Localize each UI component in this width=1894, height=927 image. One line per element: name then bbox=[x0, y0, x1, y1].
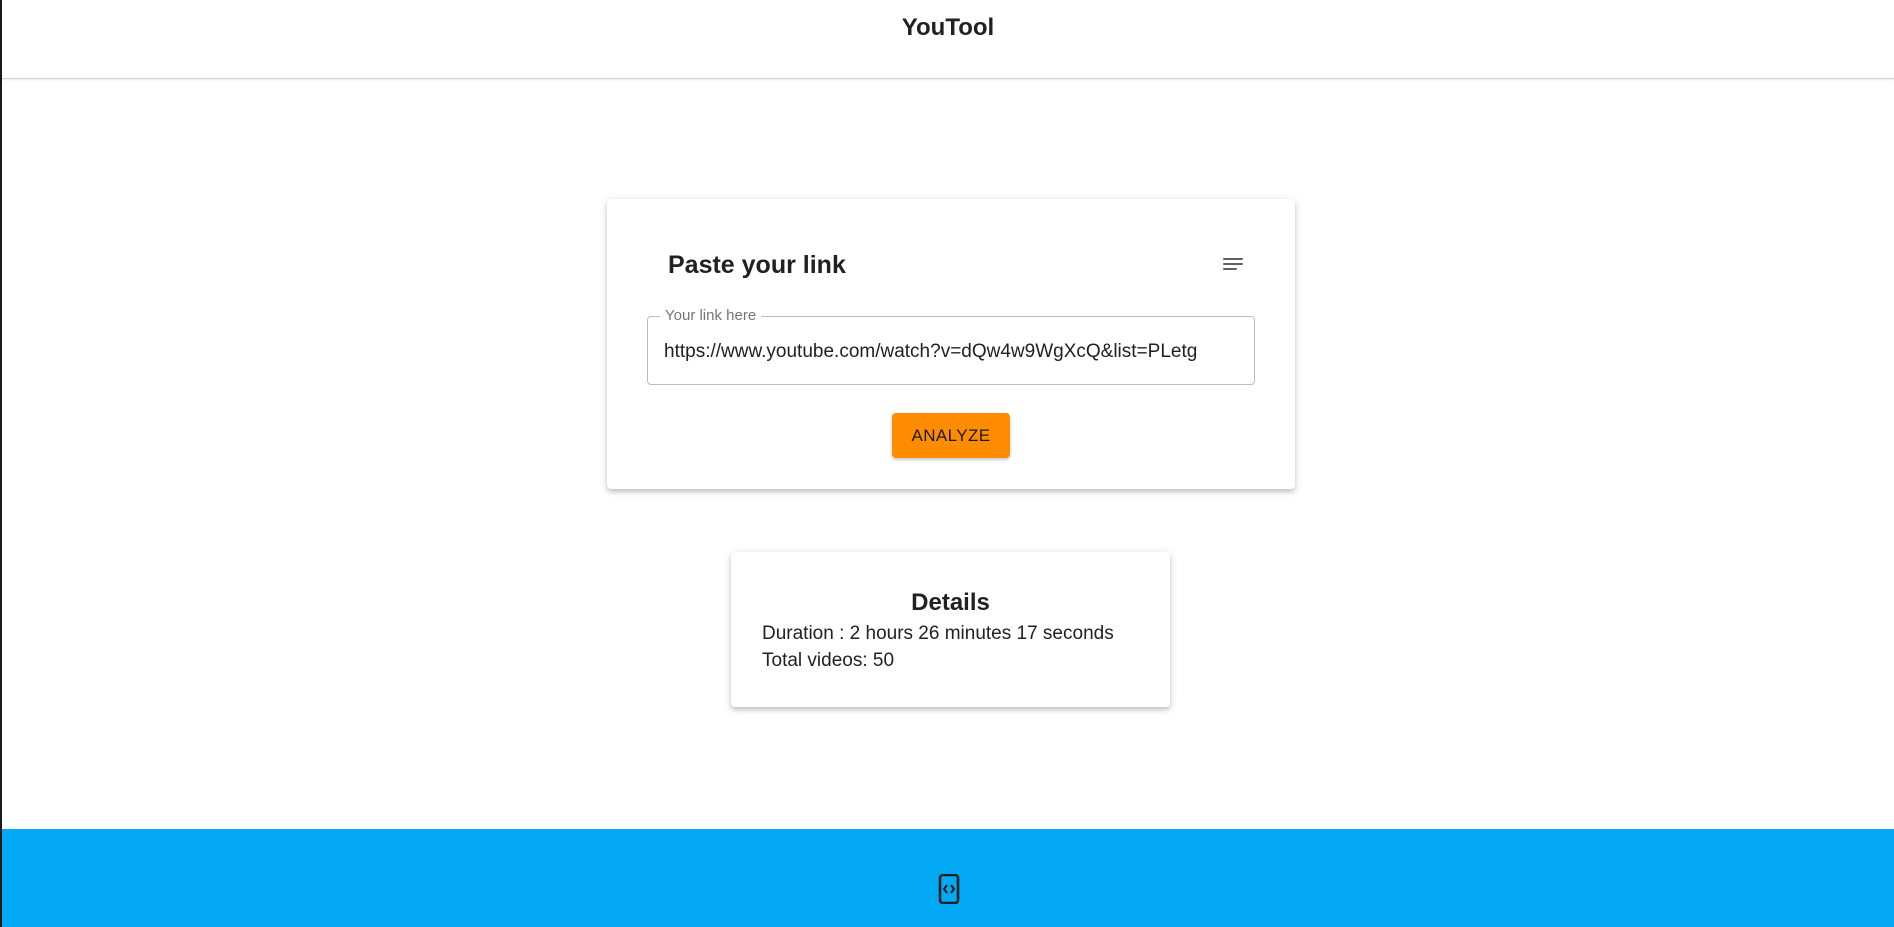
footer-bar bbox=[2, 829, 1894, 927]
app-header: YouTool bbox=[2, 0, 1894, 79]
link-field: Your link here bbox=[647, 307, 1255, 385]
analyze-button[interactable]: ANALYZE bbox=[892, 413, 1010, 458]
link-input[interactable] bbox=[664, 337, 1244, 367]
menu-lines-icon[interactable] bbox=[1221, 255, 1245, 275]
link-card: Paste your link Your link here ANALYZE bbox=[607, 199, 1295, 489]
app-title: YouTool bbox=[901, 14, 995, 41]
total-videos-text: Total videos: 50 bbox=[762, 650, 895, 671]
link-card-title: Paste your link bbox=[668, 251, 846, 279]
developer-mode-icon[interactable] bbox=[938, 873, 960, 905]
details-card: Details Duration : 2 hours 26 minutes 17… bbox=[731, 552, 1170, 707]
duration-text: Duration : 2 hours 26 minutes 17 seconds bbox=[762, 623, 1114, 644]
details-title: Details bbox=[911, 589, 990, 616]
link-field-label: Your link here bbox=[660, 307, 762, 325]
window-left-edge bbox=[0, 0, 2, 927]
